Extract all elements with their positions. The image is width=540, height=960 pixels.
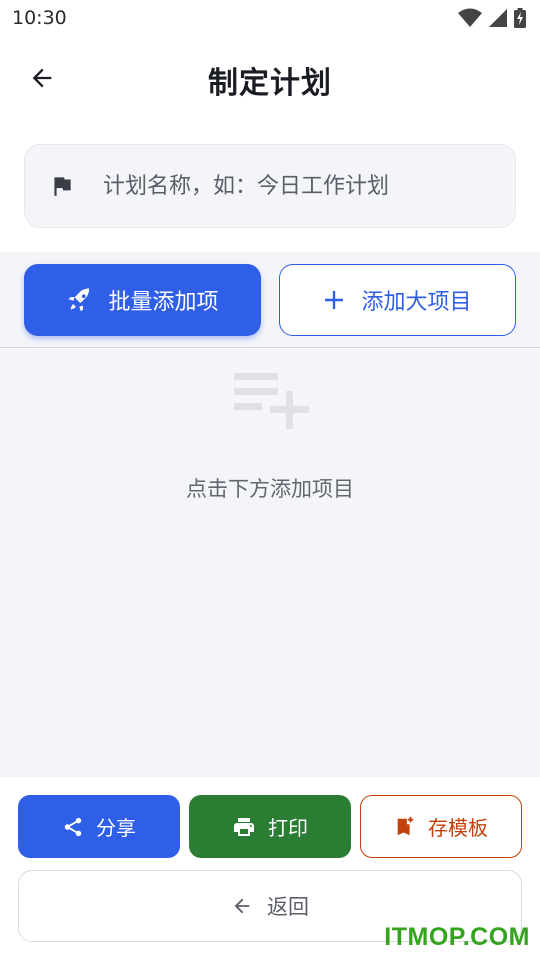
flag-icon <box>47 171 77 201</box>
batch-add-button[interactable]: 批量添加项 <box>24 264 261 336</box>
empty-state-message: 点击下方添加项目 <box>186 477 354 501</box>
signal-icon <box>489 9 507 27</box>
rocket-icon <box>69 288 90 312</box>
wifi-icon <box>458 8 482 27</box>
status-bar: 10:30 <box>0 0 540 36</box>
arrow-left-icon <box>32 68 52 88</box>
items-list-empty: 点击下方添加项目 <box>0 349 540 777</box>
plus-icon <box>325 291 344 309</box>
battery-charging-icon <box>514 8 526 28</box>
print-label: 打印 <box>268 816 308 840</box>
plan-name-field[interactable] <box>24 144 516 228</box>
print-button[interactable]: 打印 <box>189 795 351 858</box>
share-button[interactable]: 分享 <box>18 795 180 858</box>
add-major-item-label: 添加大项目 <box>361 290 472 315</box>
bookmark-add-icon <box>397 816 414 835</box>
return-label: 返回 <box>267 895 309 919</box>
app-bar: 制定计划 <box>0 44 540 116</box>
playlist-add-icon <box>234 373 309 429</box>
batch-add-label: 批量添加项 <box>108 290 219 315</box>
add-major-item-button[interactable]: 添加大项目 <box>279 264 516 336</box>
arrow-left-icon <box>234 898 250 914</box>
action-area: 批量添加项 添加大项目 <box>0 252 540 348</box>
printer-icon <box>234 817 254 836</box>
plan-name-input[interactable] <box>103 173 483 199</box>
status-icons <box>458 8 526 28</box>
share-label: 分享 <box>96 816 136 840</box>
page-title: 制定计划 <box>208 66 332 101</box>
watermark-logo: ITMOP.COM <box>384 923 530 951</box>
status-time: 10:30 <box>12 7 67 29</box>
back-button[interactable] <box>22 58 62 98</box>
save-template-button[interactable]: 存模板 <box>360 795 522 858</box>
save-template-label: 存模板 <box>428 816 488 840</box>
share-icon <box>64 817 82 836</box>
